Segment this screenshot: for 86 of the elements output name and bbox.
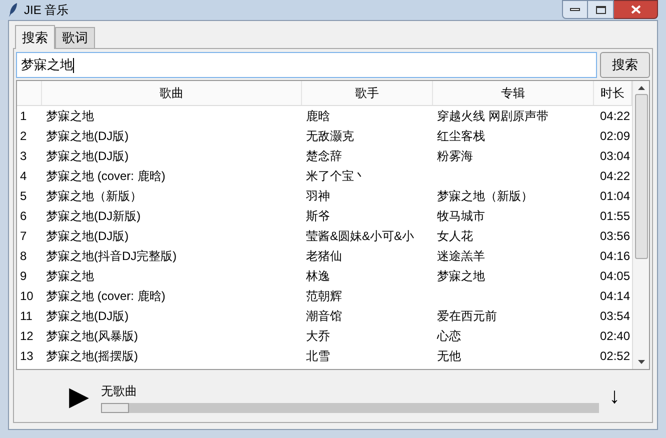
table-cell: 羽神 [306, 189, 330, 203]
table-cell: 楚念辞 [306, 149, 342, 163]
table-cell: 1 [20, 109, 27, 123]
table-cell: 04:22 [600, 109, 630, 123]
table-cell: 7 [20, 229, 27, 243]
table-cell: 11 [20, 309, 32, 323]
table-cell: 04:16 [600, 249, 630, 263]
table-cell: 03:54 [600, 309, 630, 323]
table-cell: 红尘客栈 [437, 129, 485, 143]
table-cell: 02:52 [600, 349, 630, 363]
table-cell: 5 [20, 189, 27, 203]
column-header[interactable]: 歌手 [355, 84, 379, 102]
table-cell: 3 [20, 149, 27, 163]
table-cell: 梦寐之地 (cover: 鹿晗) [46, 289, 166, 303]
table-cell: 梦寐之地（新版） [437, 189, 533, 203]
table-cell: 12 [20, 329, 34, 343]
close-icon [630, 5, 640, 14]
table-cell: 梦寐之地(摇摆版) [46, 349, 138, 363]
table-cell: 梦寐之地 [46, 269, 94, 283]
table-cell: 梦寐之地(抖音DJ完整版) [46, 249, 177, 263]
table-cell: 北雪 [306, 349, 330, 363]
download-button[interactable]: ↓ [609, 385, 620, 407]
table-cell: 大乔 [306, 329, 330, 343]
table-cell: 潮音馆 [306, 309, 342, 323]
table-cell: 4 [20, 169, 27, 183]
table-cell: 02:09 [600, 129, 630, 143]
tab[interactable]: 搜索 [15, 25, 55, 49]
table-cell: 梦寐之地（新版） [46, 189, 142, 203]
table-cell: 莹酱&圆妹&小可&小 [306, 229, 414, 243]
table-cell: 6 [20, 209, 27, 223]
table-cell: 03:04 [600, 149, 630, 163]
table-cell: 鹿晗 [306, 109, 330, 123]
table-cell: 梦寐之地(DJ新版) [46, 209, 141, 223]
scroll-thumb[interactable] [634, 94, 648, 259]
table-cell: 迷途羔羊 [437, 249, 485, 263]
maximize-button[interactable] [588, 0, 614, 19]
progress-slider[interactable] [101, 402, 599, 412]
table-cell: 爱在西元前 [437, 309, 497, 323]
table-cell: 心恋 [437, 329, 461, 343]
column-header[interactable]: 歌曲 [160, 84, 184, 102]
table-cell: 8 [20, 249, 27, 263]
table-cell: 13 [20, 349, 34, 363]
play-button[interactable]: ▶ [61, 383, 97, 409]
table-cell: 梦寐之地(风暴版) [46, 329, 138, 343]
table-cell: 无敌灏克 [306, 129, 354, 143]
table-cell: 梦寐之地 [437, 269, 485, 283]
table-cell: 2 [20, 129, 27, 143]
search-field[interactable]: 梦寐之地 [16, 52, 597, 78]
feather-icon [8, 2, 18, 18]
scrollbar[interactable] [632, 81, 649, 369]
table-cell: 梦寐之地(DJ版) [46, 229, 129, 243]
table-cell: 梦寐之地 [46, 109, 94, 123]
tab[interactable]: 歌词 [55, 27, 95, 48]
table-cell: 9 [20, 269, 27, 283]
slider-thumb[interactable] [101, 402, 129, 412]
song-status: 无歌曲 [101, 382, 138, 400]
table-cell: 梦寐之地 (cover: 鹿晗) [46, 169, 166, 183]
window-title: JIE 音乐 [24, 2, 69, 19]
minimize-button[interactable] [562, 0, 588, 19]
table-cell: 粉雾海 [437, 149, 473, 163]
table-cell: 04:14 [600, 289, 630, 303]
table-cell: 01:55 [600, 209, 630, 223]
table-cell: 10 [20, 289, 34, 303]
table-cell: 牧马城市 [437, 209, 485, 223]
close-button[interactable] [614, 0, 658, 19]
table-cell: 02:40 [600, 329, 630, 343]
table-cell: 林逸 [306, 269, 330, 283]
column-header[interactable]: 时长 [600, 84, 624, 102]
table-cell: 03:56 [600, 229, 630, 243]
search-button[interactable]: 搜索 [600, 52, 650, 78]
table-cell: 04:05 [600, 269, 630, 283]
table-cell: 米了个宝丶 [306, 169, 366, 183]
table-cell: 穿越火线 网剧原声带 [437, 109, 548, 123]
table-cell: 梦寐之地(DJ版) [46, 149, 129, 163]
table-cell: 梦寐之地(DJ版) [46, 309, 129, 323]
table-cell: 04:22 [600, 169, 630, 183]
scroll-down-icon[interactable] [638, 360, 644, 364]
table-cell: 斯爷 [306, 209, 330, 223]
table-cell: 梦寐之地(DJ版) [46, 129, 129, 143]
table-cell: 老猪仙 [306, 249, 342, 263]
table-cell: 女人花 [437, 229, 473, 243]
column-header[interactable]: 专辑 [501, 84, 525, 102]
table-cell: 01:04 [600, 189, 630, 203]
scroll-up-icon[interactable] [638, 86, 644, 90]
table-cell: 范朝辉 [306, 289, 342, 303]
table-cell: 无他 [437, 349, 461, 363]
